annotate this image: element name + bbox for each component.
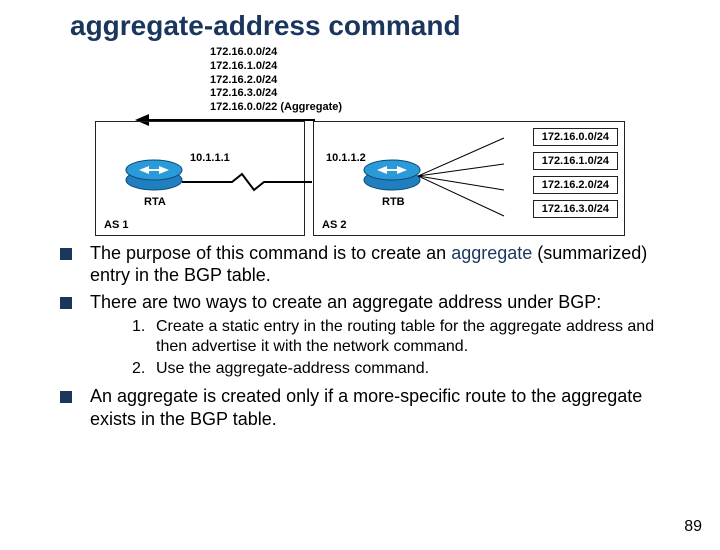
wan-link-icon bbox=[182, 172, 312, 192]
list-number: 1. bbox=[132, 317, 156, 357]
numbered-text: Use the aggregate-address command. bbox=[156, 359, 429, 379]
route-table: 172.16.0.0/24 172.16.1.0/24 172.16.2.0/2… bbox=[533, 128, 618, 224]
route-entry: 172.16.3.0/24 bbox=[210, 87, 625, 101]
bullet-text: An aggregate is created only if a more-s… bbox=[90, 385, 660, 430]
route-entry: 172.16.1.0/24 bbox=[210, 60, 625, 74]
bullet-text: There are two ways to create an aggregat… bbox=[90, 291, 660, 314]
bullet-icon bbox=[60, 248, 72, 260]
route-entry: 172.16.2.0/24 bbox=[210, 74, 625, 88]
route-entry: 172.16.2.0/24 bbox=[533, 176, 618, 194]
as2-panel: RTB 10.1.1.2 AS 2 172.16.0.0/24 172.16.1… bbox=[313, 121, 625, 236]
route-entry: 172.16.0.0/24 bbox=[533, 128, 618, 146]
page-number: 89 bbox=[684, 518, 702, 536]
router-icon bbox=[124, 156, 184, 194]
page-title: aggregate-address command bbox=[70, 10, 720, 42]
advertised-routes: 172.16.0.0/24 172.16.1.0/24 172.16.2.0/2… bbox=[210, 46, 625, 115]
route-entry: 172.16.0.0/22 (Aggregate) bbox=[210, 101, 625, 115]
route-entry: 172.16.3.0/24 bbox=[533, 200, 618, 218]
as2-label: AS 2 bbox=[322, 219, 346, 231]
numbered-item: 2. Use the aggregate-address command. bbox=[132, 359, 660, 379]
bullet-item: There are two ways to create an aggregat… bbox=[60, 291, 660, 314]
as1-panel: RTA 10.1.1.1 AS 1 bbox=[95, 121, 305, 236]
route-entry: 172.16.0.0/24 bbox=[210, 46, 625, 60]
list-number: 2. bbox=[132, 359, 156, 379]
rtb-ip: 10.1.1.2 bbox=[326, 152, 366, 164]
numbered-item: 1. Create a static entry in the routing … bbox=[132, 317, 660, 357]
numbered-text: Create a static entry in the routing tab… bbox=[156, 317, 660, 357]
router-a-label: RTA bbox=[144, 196, 166, 208]
network-diagram: 172.16.0.0/24 172.16.1.0/24 172.16.2.0/2… bbox=[95, 46, 625, 236]
link-lines-icon bbox=[418, 136, 508, 222]
bullet-icon bbox=[60, 391, 72, 403]
bullet-accent: aggregate bbox=[451, 243, 532, 263]
router-b-label: RTB bbox=[382, 196, 405, 208]
rta-ip: 10.1.1.1 bbox=[190, 152, 230, 164]
router-icon bbox=[362, 156, 422, 194]
bullet-item: The purpose of this command is to create… bbox=[60, 242, 660, 287]
as1-label: AS 1 bbox=[104, 219, 128, 231]
route-entry: 172.16.1.0/24 bbox=[533, 152, 618, 170]
bullet-text: The purpose of this command is to create… bbox=[90, 243, 451, 263]
bullet-item: An aggregate is created only if a more-s… bbox=[60, 385, 660, 430]
bullet-icon bbox=[60, 297, 72, 309]
